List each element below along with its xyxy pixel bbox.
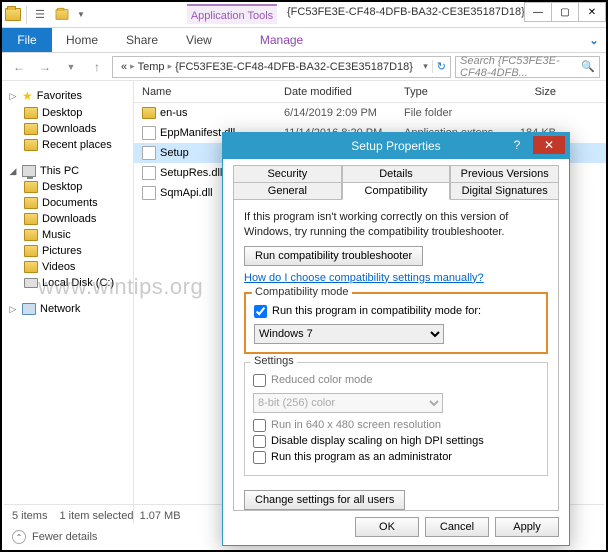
up-button[interactable]: ↑: [86, 56, 108, 78]
col-name[interactable]: Name: [134, 86, 284, 98]
nav-item-desktop2[interactable]: Desktop: [2, 179, 133, 195]
file-tab[interactable]: File: [2, 28, 52, 52]
exe-icon: [142, 146, 156, 160]
nav-item-videos[interactable]: Videos: [2, 259, 133, 275]
settings-legend: Settings: [251, 355, 297, 367]
low-res-checkbox[interactable]: Run in 640 x 480 screen resolution: [253, 419, 539, 432]
qat-newfolder-icon[interactable]: [51, 4, 73, 26]
nav-favorites[interactable]: ▷★Favorites: [2, 87, 133, 105]
nav-item-downloads[interactable]: Downloads: [2, 121, 133, 137]
app-icon: [2, 4, 24, 26]
troubleshoot-button[interactable]: Run compatibility troubleshooter: [244, 246, 423, 266]
breadcrumb[interactable]: Temp: [138, 61, 165, 73]
disable-dpi-checkbox[interactable]: Disable display scaling on high DPI sett…: [253, 435, 539, 448]
run-as-admin-checkbox[interactable]: Run this program as an administrator: [253, 451, 539, 464]
search-placeholder: Search {FC53FE3E-CF48-4DFB...: [460, 55, 581, 79]
tab-previous-versions[interactable]: Previous Versions: [450, 165, 559, 183]
nav-thispc[interactable]: ◢This PC: [2, 163, 133, 179]
status-selection: 1 item selected 1.07 MB: [59, 510, 180, 522]
status-count: 5 items: [12, 510, 47, 522]
contextual-tab-label: Application Tools: [187, 4, 277, 24]
dialog-buttons: OK Cancel Apply: [355, 517, 559, 537]
tab-compatibility[interactable]: Compatibility: [342, 182, 451, 200]
settings-group: Settings Reduced color mode 8-bit (256) …: [244, 362, 548, 476]
address-bar[interactable]: « ▸ Temp ▸ {FC53FE3E-CF48-4DFB-BA32-CE3E…: [112, 56, 451, 78]
dialog-help-button[interactable]: ?: [505, 136, 529, 154]
dialog-close-button[interactable]: ✕: [533, 136, 565, 154]
nav-item-music[interactable]: Music: [2, 227, 133, 243]
tab-digital-signatures[interactable]: Digital Signatures: [450, 182, 559, 200]
cancel-button[interactable]: Cancel: [425, 517, 489, 537]
window-title: {FC53FE3E-CF48-4DFB-BA32-CE3E35187D18}: [287, 6, 525, 18]
ribbon-tab-manage[interactable]: Manage: [246, 28, 317, 52]
file-row[interactable]: en-us6/14/2019 2:09 PMFile folder: [134, 103, 606, 123]
ribbon-tab-view[interactable]: View: [172, 28, 226, 52]
compat-description: If this program isn't working correctly …: [244, 210, 548, 240]
network-icon: [22, 303, 36, 315]
recent-locations-button[interactable]: ▼: [60, 56, 82, 78]
search-icon: 🔍: [581, 60, 595, 73]
compat-mode-select[interactable]: Windows 7: [254, 324, 444, 344]
ribbon-tab-home[interactable]: Home: [52, 28, 112, 52]
properties-dialog: Setup Properties ? ✕ Security Details Pr…: [222, 132, 570, 546]
column-headers: Name Date modified Type Size: [134, 81, 606, 103]
nav-item-pictures[interactable]: Pictures: [2, 243, 133, 259]
apply-button[interactable]: Apply: [495, 517, 559, 537]
address-row: ← → ▼ ↑ « ▸ Temp ▸ {FC53FE3E-CF48-4DFB-B…: [2, 53, 606, 81]
col-size[interactable]: Size: [504, 86, 564, 98]
nav-item-documents[interactable]: Documents: [2, 195, 133, 211]
maximize-button[interactable]: ▢: [551, 2, 579, 22]
details-toggle-label: Fewer details: [32, 531, 97, 543]
tab-details[interactable]: Details: [342, 165, 451, 183]
compat-mode-checkbox[interactable]: Run this program in compatibility mode f…: [254, 305, 538, 318]
color-depth-select: 8-bit (256) color: [253, 393, 443, 413]
compatibility-panel: If this program isn't working correctly …: [233, 199, 559, 511]
close-button[interactable]: ✕: [578, 2, 606, 22]
star-icon: ★: [22, 89, 33, 103]
dialog-titlebar: Setup Properties ? ✕: [223, 133, 569, 159]
ribbon-tab-share[interactable]: Share: [112, 28, 172, 52]
qat-customize-icon[interactable]: ▼: [73, 10, 89, 19]
ribbon: File Home Share View Manage ⌄: [2, 28, 606, 53]
change-all-users-button[interactable]: Change settings for all users: [244, 490, 405, 510]
refresh-icon[interactable]: ↻: [432, 60, 446, 73]
nav-item-recent[interactable]: Recent places: [2, 137, 133, 153]
disk-icon: [24, 278, 38, 288]
compat-mode-group: Compatibility mode Run this program in c…: [244, 292, 548, 354]
dll-icon: [142, 126, 156, 140]
pc-icon: [22, 165, 36, 177]
search-input[interactable]: Search {FC53FE3E-CF48-4DFB... 🔍: [455, 56, 600, 78]
col-type[interactable]: Type: [404, 86, 504, 98]
ribbon-help-icon[interactable]: ⌄: [582, 28, 606, 52]
back-button[interactable]: ←: [8, 56, 30, 78]
ok-button[interactable]: OK: [355, 517, 419, 537]
address-dropdown-icon[interactable]: ▾: [419, 61, 432, 72]
compat-mode-check-input[interactable]: [254, 305, 267, 318]
nav-network[interactable]: ▷Network: [2, 301, 133, 317]
chevron-up-icon: ⌃: [12, 530, 26, 544]
folder-icon: [142, 107, 156, 119]
compat-help-link[interactable]: How do I choose compatibility settings m…: [244, 272, 484, 284]
qat-properties-icon[interactable]: ☰: [29, 4, 51, 26]
dialog-title: Setup Properties: [351, 139, 440, 153]
nav-item-downloads2[interactable]: Downloads: [2, 211, 133, 227]
breadcrumb[interactable]: {FC53FE3E-CF48-4DFB-BA32-CE3E35187D18}: [175, 61, 413, 73]
forward-button[interactable]: →: [34, 56, 56, 78]
navigation-pane: ▷★Favorites Desktop Downloads Recent pla…: [2, 81, 134, 523]
tab-strip: Security Details Previous Versions Gener…: [233, 165, 559, 199]
nav-item-localdisk[interactable]: Local Disk (C:): [2, 275, 133, 291]
col-date[interactable]: Date modified: [284, 86, 404, 98]
dll-icon: [142, 166, 156, 180]
minimize-button[interactable]: —: [524, 2, 552, 22]
nav-item-desktop[interactable]: Desktop: [2, 105, 133, 121]
tab-general[interactable]: General: [233, 182, 342, 200]
tab-security[interactable]: Security: [233, 165, 342, 183]
compat-mode-legend: Compatibility mode: [252, 286, 352, 298]
reduced-color-checkbox[interactable]: Reduced color mode: [253, 374, 539, 387]
dll-icon: [142, 186, 156, 200]
window-titlebar: ☰ ▼ Application Tools {FC53FE3E-CF48-4DF…: [2, 2, 606, 28]
